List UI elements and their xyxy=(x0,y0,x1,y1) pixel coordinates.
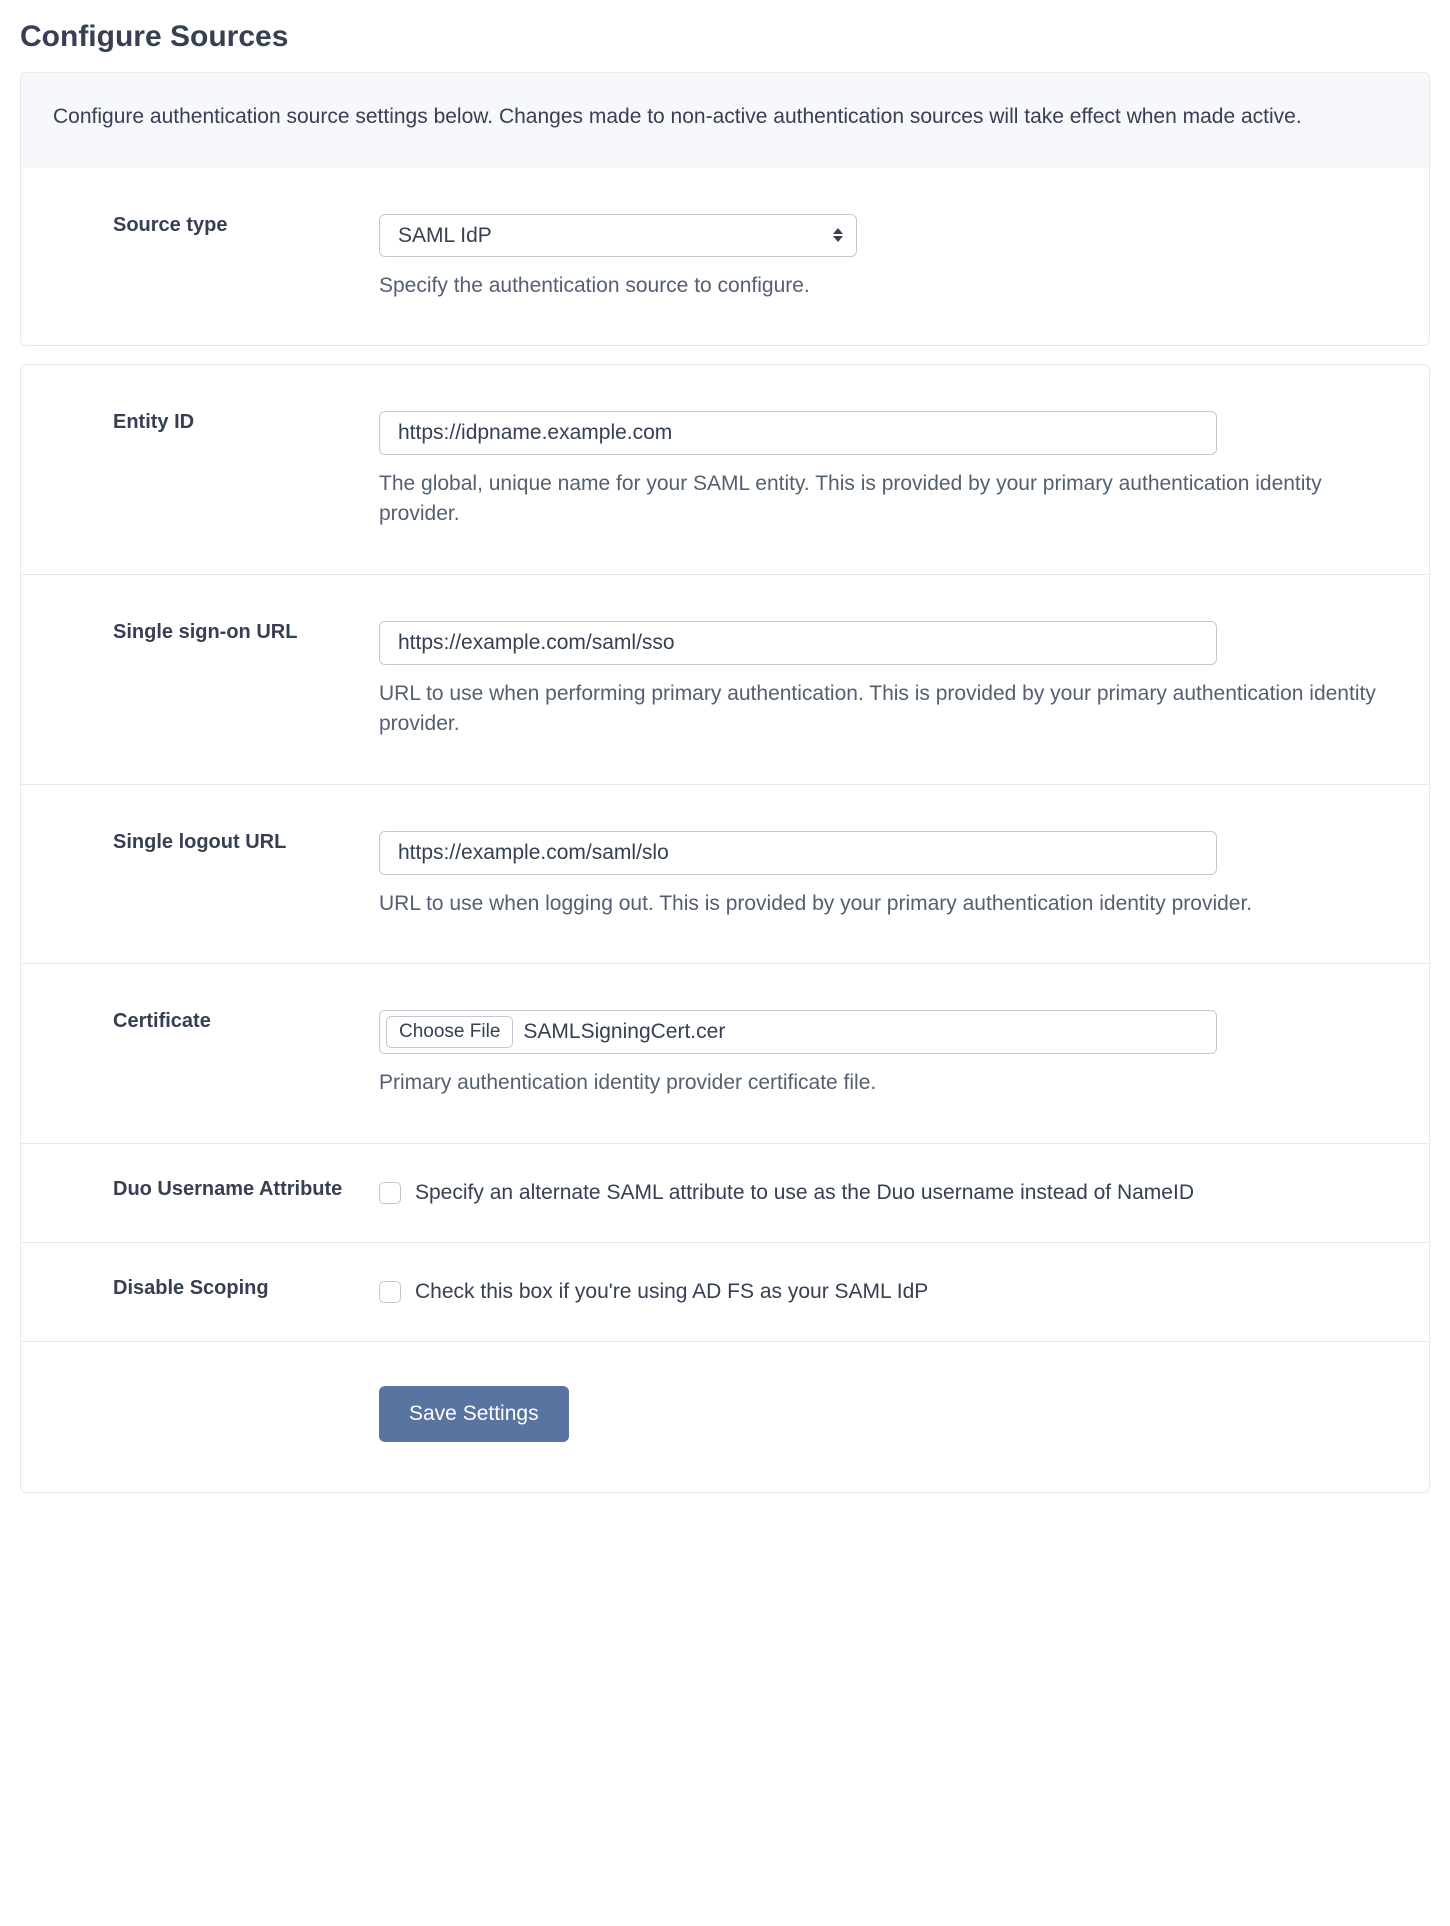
disable-scoping-section: Disable Scoping Check this box if you're… xyxy=(21,1242,1429,1341)
source-type-panel: Configure authentication source settings… xyxy=(20,72,1430,346)
entity-id-section: Entity ID The global, unique name for yo… xyxy=(21,365,1429,574)
source-type-section: Source type SAML IdP Specify the authent… xyxy=(21,168,1429,345)
slo-url-label: Single logout URL xyxy=(113,831,379,854)
save-settings-button[interactable]: Save Settings xyxy=(379,1386,569,1442)
certificate-file-input[interactable]: Choose File SAMLSigningCert.cer xyxy=(379,1010,1217,1054)
sso-url-label: Single sign-on URL xyxy=(113,621,379,644)
entity-id-help: The global, unique name for your SAML en… xyxy=(379,469,1391,530)
source-type-help: Specify the authentication source to con… xyxy=(379,271,1391,301)
entity-id-input[interactable] xyxy=(379,411,1217,455)
certificate-filename: SAMLSigningCert.cer xyxy=(523,1020,725,1044)
choose-file-button[interactable]: Choose File xyxy=(386,1016,513,1048)
slo-url-input[interactable] xyxy=(379,831,1217,875)
sso-url-input[interactable] xyxy=(379,621,1217,665)
panel-description: Configure authentication source settings… xyxy=(21,73,1429,168)
source-type-label: Source type xyxy=(113,214,379,237)
slo-url-section: Single logout URL URL to use when loggin… xyxy=(21,784,1429,963)
saml-fields-panel: Entity ID The global, unique name for yo… xyxy=(20,364,1430,1494)
disable-scoping-text: Check this box if you're using AD FS as … xyxy=(415,1277,928,1307)
entity-id-label: Entity ID xyxy=(113,411,379,434)
certificate-label: Certificate xyxy=(113,1010,379,1033)
certificate-help: Primary authentication identity provider… xyxy=(379,1068,1391,1098)
disable-scoping-checkbox[interactable] xyxy=(379,1281,401,1303)
duo-username-checkbox[interactable] xyxy=(379,1182,401,1204)
disable-scoping-label: Disable Scoping xyxy=(113,1277,379,1300)
duo-username-label: Duo Username Attribute xyxy=(113,1178,379,1201)
slo-url-help: URL to use when logging out. This is pro… xyxy=(379,889,1391,919)
sso-url-help: URL to use when performing primary authe… xyxy=(379,679,1391,740)
source-type-select[interactable]: SAML IdP xyxy=(379,214,857,257)
page-title: Configure Sources xyxy=(20,20,1430,54)
duo-username-section: Duo Username Attribute Specify an altern… xyxy=(21,1143,1429,1242)
submit-section: Save Settings xyxy=(21,1341,1429,1492)
duo-username-text: Specify an alternate SAML attribute to u… xyxy=(415,1178,1194,1208)
certificate-section: Certificate Choose File SAMLSigningCert.… xyxy=(21,963,1429,1142)
sso-url-section: Single sign-on URL URL to use when perfo… xyxy=(21,574,1429,784)
